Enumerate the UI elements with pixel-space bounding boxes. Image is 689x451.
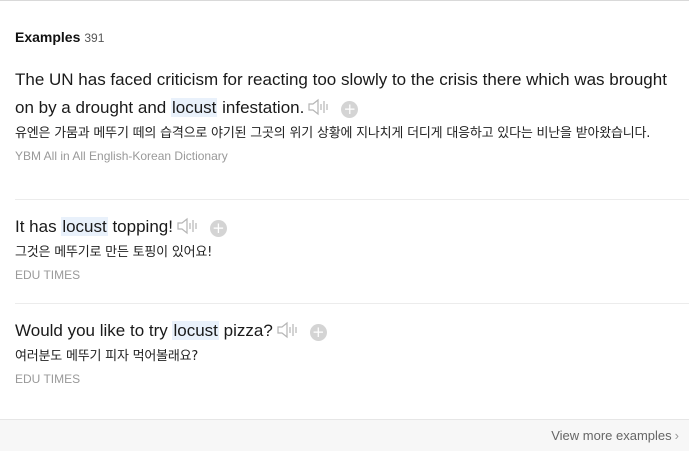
example-sentence: Would you like to try locust pizza? + — [15, 317, 689, 345]
chevron-right-icon: › — [674, 428, 679, 443]
add-to-wordbook-icon[interactable]: + — [309, 324, 327, 341]
add-to-wordbook-icon[interactable]: + — [341, 101, 359, 118]
examples-title: Examples — [15, 29, 81, 45]
sentence-text: pizza? — [218, 321, 273, 340]
sentence-text: topping! — [107, 217, 173, 236]
view-more-label: View more examples — [551, 428, 672, 443]
speaker-icon[interactable] — [177, 217, 201, 235]
examples-count: 391 — [84, 31, 105, 45]
example-item: Would you like to try locust pizza? + 여러분… — [15, 317, 689, 386]
examples-header: Examples 391 — [15, 29, 104, 45]
sentence-text: It has — [15, 217, 62, 236]
example-item: It has locust topping! + 그것은 메뚜기로 만든 토핑이 … — [15, 213, 689, 282]
keyword-highlight[interactable]: locust — [172, 321, 219, 340]
translation-text: 여러분도 메뚜기 피자 먹어볼래요? — [15, 349, 199, 364]
translation-text: 유엔은 가뭄과 메뚜기 떼의 습격으로 야기된 그곳의 위기 상황에 지나치게 … — [15, 126, 651, 141]
example-sentence: The UN has faced criticism for reacting … — [15, 66, 689, 122]
keyword-highlight[interactable]: locust — [170, 98, 218, 117]
example-source[interactable]: YBM All in All English-Korean Dictionary — [15, 149, 689, 163]
view-more-examples-link[interactable]: View more examples › — [551, 428, 679, 443]
example-source[interactable]: EDU TIMES — [15, 372, 689, 386]
add-to-wordbook-icon[interactable]: + — [209, 220, 227, 237]
top-divider — [0, 0, 689, 1]
example-sentence: It has locust topping! + — [15, 213, 689, 241]
example-item: The UN has faced criticism for reacting … — [15, 66, 689, 163]
example-source[interactable]: EDU TIMES — [15, 268, 689, 282]
sentence-text: Would you like to try — [15, 321, 173, 340]
keyword-highlight[interactable]: locust — [61, 217, 108, 236]
example-divider — [15, 303, 689, 304]
example-divider — [15, 199, 689, 200]
translation-text: 그것은 메뚜기로 만든 토핑이 있어요! — [15, 245, 213, 260]
examples-footer: View more examples › — [0, 419, 689, 451]
sentence-text: infestation. — [217, 98, 305, 117]
speaker-icon[interactable] — [277, 321, 301, 339]
speaker-icon[interactable] — [308, 98, 332, 116]
